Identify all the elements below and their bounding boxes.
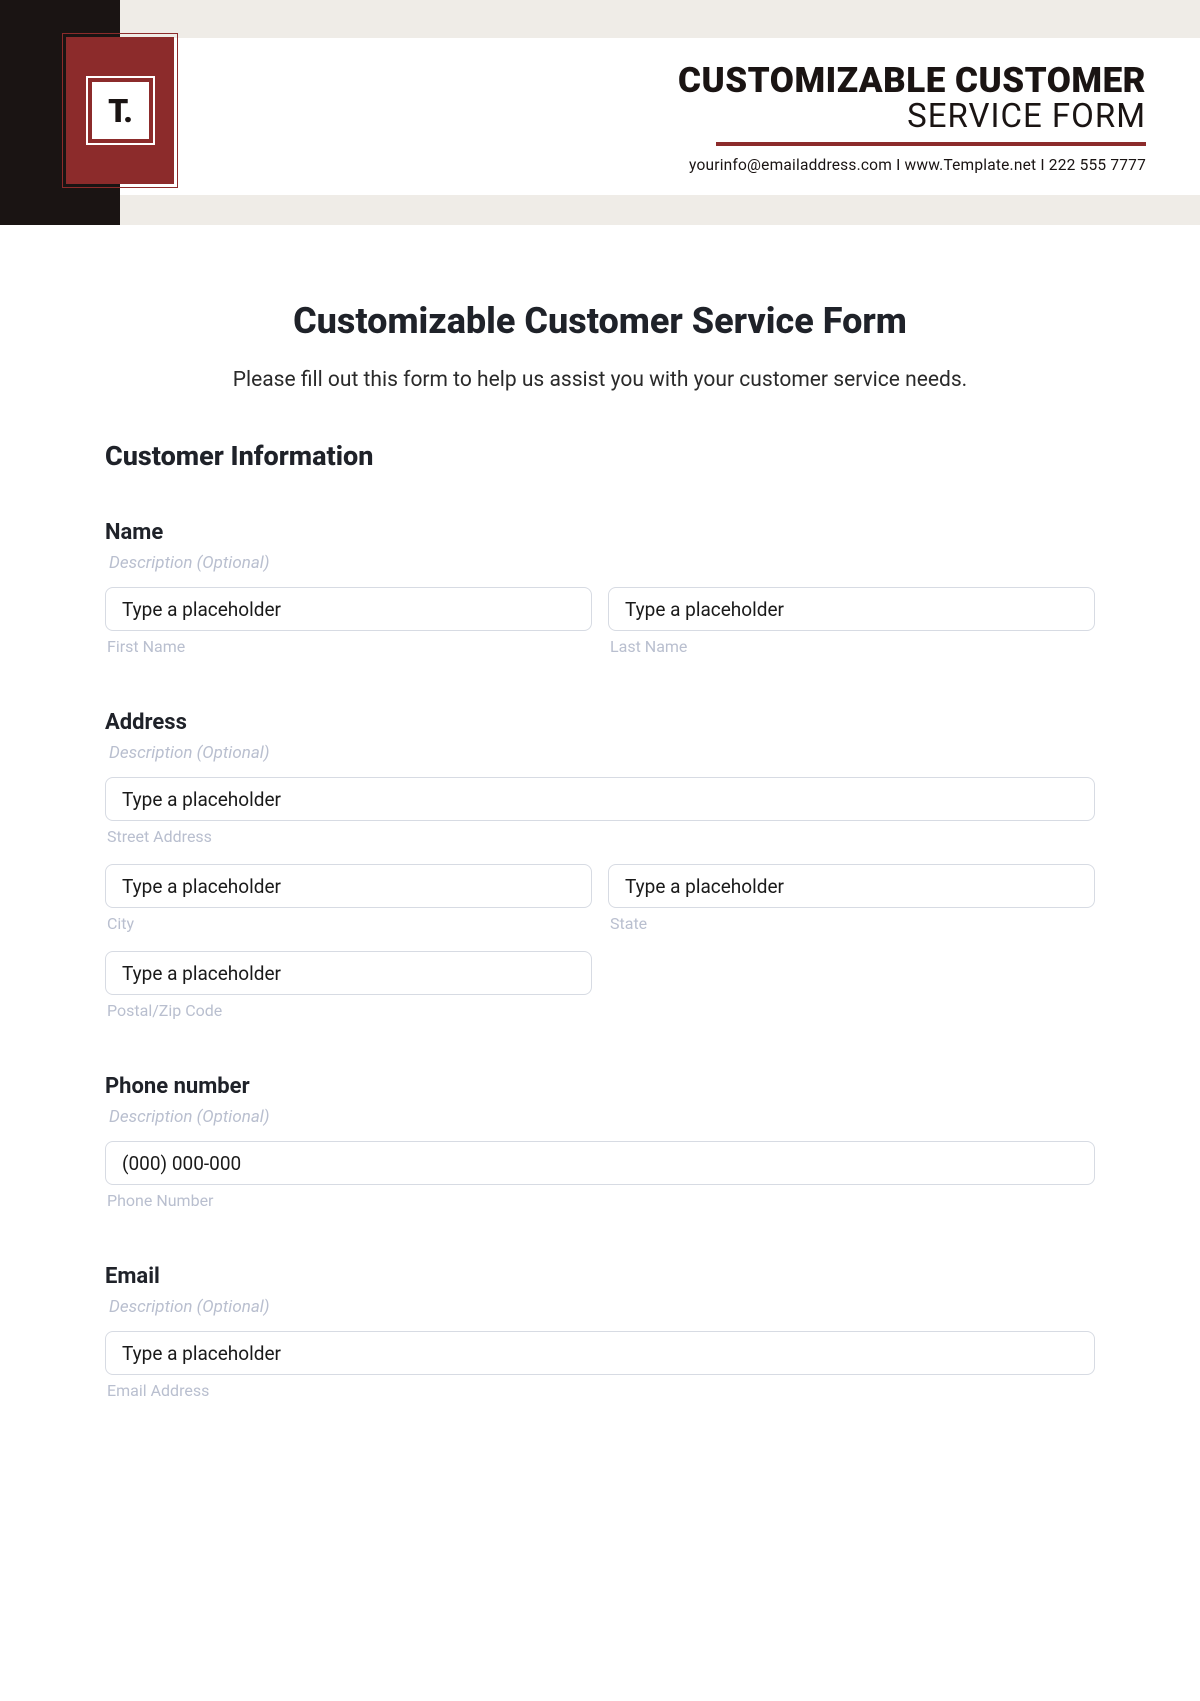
last-name-input[interactable] xyxy=(608,587,1095,631)
phone-sublabel: Phone Number xyxy=(105,1191,1095,1210)
address-label: Address xyxy=(105,710,1095,735)
field-address: Address Description (Optional) Street Ad… xyxy=(105,710,1095,1020)
header-text-block: CUSTOMIZABLE CUSTOMER SERVICE FORM youri… xyxy=(678,63,1146,174)
email-sublabel: Email Address xyxy=(105,1381,1095,1400)
header-divider xyxy=(716,142,1146,146)
email-label: Email xyxy=(105,1264,1095,1289)
banner-bg-top xyxy=(0,0,1200,38)
name-label: Name xyxy=(105,520,1095,545)
phone-desc: Description (Optional) xyxy=(105,1107,1095,1127)
first-name-sublabel: First Name xyxy=(105,637,592,656)
header-title-line2: SERVICE FORM xyxy=(678,100,1146,135)
phone-label: Phone number xyxy=(105,1074,1095,1099)
email-input[interactable] xyxy=(105,1331,1095,1375)
state-sublabel: State xyxy=(608,914,1095,933)
street-address-input[interactable] xyxy=(105,777,1095,821)
field-email: Email Description (Optional) Email Addre… xyxy=(105,1264,1095,1400)
phone-input[interactable] xyxy=(105,1141,1095,1185)
banner-bg-bottom xyxy=(0,195,1200,225)
last-name-sublabel: Last Name xyxy=(608,637,1095,656)
form-title: Customizable Customer Service Form xyxy=(105,300,1095,342)
email-desc: Description (Optional) xyxy=(105,1297,1095,1317)
field-phone: Phone number Description (Optional) Phon… xyxy=(105,1074,1095,1210)
header-contact: yourinfo@emailaddress.com I www.Template… xyxy=(678,156,1146,174)
address-desc: Description (Optional) xyxy=(105,743,1095,763)
city-sublabel: City xyxy=(105,914,592,933)
header-title-line1: CUSTOMIZABLE CUSTOMER xyxy=(678,63,1146,100)
contact-website: www.Template.net xyxy=(905,156,1037,174)
postal-sublabel: Postal/Zip Code xyxy=(105,1001,592,1020)
city-input[interactable] xyxy=(105,864,592,908)
contact-sep1: I xyxy=(892,156,905,174)
name-desc: Description (Optional) xyxy=(105,553,1095,573)
field-name: Name Description (Optional) First Name L… xyxy=(105,520,1095,656)
form-body: Customizable Customer Service Form Pleas… xyxy=(0,225,1200,1400)
street-address-sublabel: Street Address xyxy=(105,827,1095,846)
header-banner: T. CUSTOMIZABLE CUSTOMER SERVICE FORM yo… xyxy=(0,0,1200,225)
state-input[interactable] xyxy=(608,864,1095,908)
contact-phone: 222 555 7777 xyxy=(1049,156,1146,174)
logo-text: T. xyxy=(92,82,149,139)
contact-email: yourinfo@emailaddress.com xyxy=(689,156,892,174)
logo-box: T. xyxy=(66,37,174,184)
section-heading-customer-info: Customer Information xyxy=(105,440,1095,472)
first-name-input[interactable] xyxy=(105,587,592,631)
postal-input[interactable] xyxy=(105,951,592,995)
contact-sep2: I xyxy=(1036,156,1049,174)
form-subtitle: Please fill out this form to help us ass… xyxy=(105,368,1095,392)
